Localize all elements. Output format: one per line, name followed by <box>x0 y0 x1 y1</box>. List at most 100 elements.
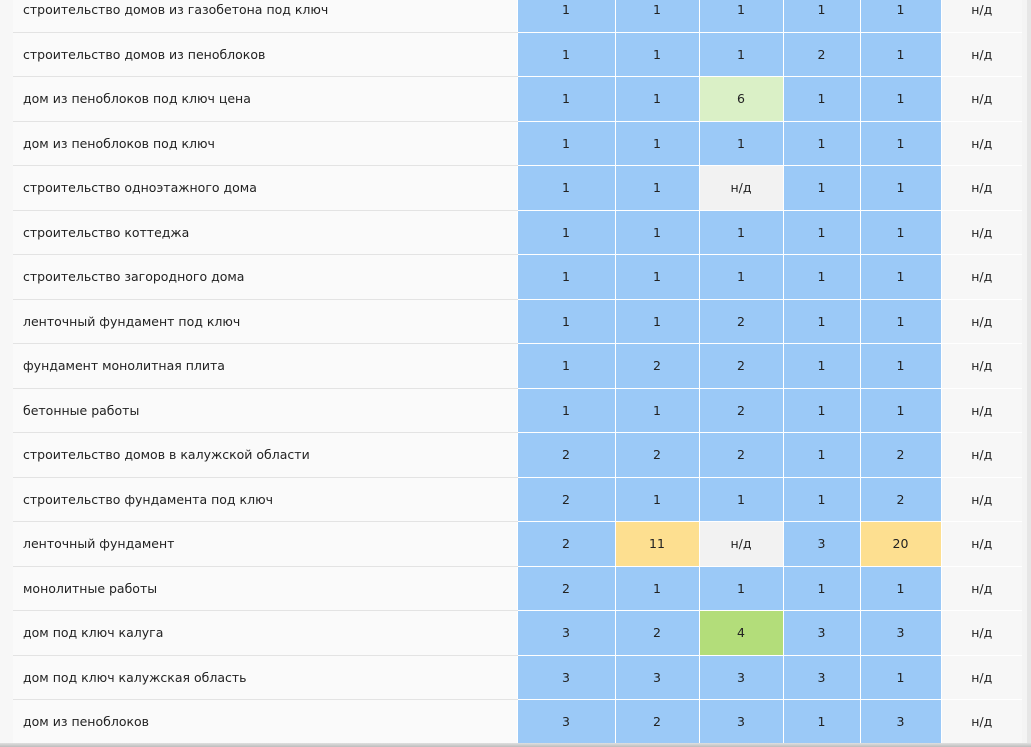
position-cell: н/д <box>940 521 1022 567</box>
position-cell: 3 <box>516 699 616 745</box>
position-cell: 1 <box>698 254 784 300</box>
position-cell: 1 <box>859 121 942 166</box>
position-cell: 1 <box>782 566 861 611</box>
position-cell: 3 <box>516 610 616 656</box>
position-cell: н/д <box>940 76 1022 122</box>
position-cell: 2 <box>698 432 784 478</box>
position-cell: 2 <box>516 521 616 567</box>
position-cell: 1 <box>859 566 942 611</box>
table-row[interactable]: строительство фундамента под ключ 2 1 1 1 2 н/… <box>13 477 1022 522</box>
table-row[interactable]: ленточный фундамент под ключ 1 1 2 1 1 н/д <box>13 299 1022 344</box>
position-cell: 3 <box>614 655 700 700</box>
position-cell: 2 <box>614 432 700 478</box>
keyword-cell: строительство коттеджа <box>13 210 517 255</box>
table-row[interactable]: строительство домов из пеноблоков 1 1 1 2 1 н/… <box>13 32 1022 77</box>
position-cell: 1 <box>782 76 861 122</box>
position-cell: 2 <box>698 299 784 344</box>
position-cell: 1 <box>614 388 700 433</box>
position-cell: 1 <box>698 32 784 77</box>
position-cell: 1 <box>859 76 942 122</box>
table-row[interactable]: дом под ключ калуга 3 2 4 3 3 н/д <box>13 610 1022 656</box>
position-cell: 1 <box>516 299 616 344</box>
position-cell: 2 <box>614 343 700 389</box>
position-cell: 2 <box>614 699 700 745</box>
position-cell: 3 <box>782 655 861 700</box>
bottom-edge <box>0 743 1031 747</box>
position-cell: н/д <box>940 299 1022 344</box>
position-cell: 1 <box>782 165 861 211</box>
table-row[interactable]: дом из пеноблоков 3 2 3 1 3 н/д <box>13 699 1022 745</box>
position-cell: 1 <box>782 254 861 300</box>
position-cell: 1 <box>698 566 784 611</box>
positions-table: строительство домов из газобетона под кл… <box>13 0 1022 745</box>
position-cell: 1 <box>859 32 942 77</box>
position-cell: 1 <box>614 76 700 122</box>
keyword-cell: монолитные работы <box>13 566 517 611</box>
position-cell: 2 <box>516 566 616 611</box>
table-row[interactable]: строительство загородного дома 1 1 1 1 1 н/д <box>13 254 1022 300</box>
position-cell: 1 <box>614 299 700 344</box>
position-cell: 1 <box>698 477 784 522</box>
position-cell: 1 <box>859 388 942 433</box>
position-cell: н/д <box>940 210 1022 255</box>
table-row[interactable]: строительство домов из газобетона под кл… <box>13 0 1022 33</box>
position-cell: 1 <box>614 254 700 300</box>
position-cell: н/д <box>940 0 1022 33</box>
position-cell: 1 <box>859 299 942 344</box>
keyword-cell: строительство фундамента под ключ <box>13 477 517 522</box>
position-cell: 1 <box>516 343 616 389</box>
table-row[interactable]: дом из пеноблоков под ключ 1 1 1 1 1 н/д <box>13 121 1022 166</box>
table-row[interactable]: фундамент монолитная плита 1 2 2 1 1 н/д <box>13 343 1022 389</box>
position-cell: 3 <box>782 610 861 656</box>
position-cell: 1 <box>516 121 616 166</box>
position-cell: 2 <box>698 388 784 433</box>
position-cell: н/д <box>940 655 1022 700</box>
position-cell: 1 <box>614 0 700 33</box>
table-row[interactable]: строительство одноэтажного дома 1 1 н/д 1 1 н/… <box>13 165 1022 211</box>
table-row[interactable]: строительство домов в калужской области 2… <box>13 432 1022 478</box>
left-gutter <box>0 0 13 747</box>
position-cell: 1 <box>516 210 616 255</box>
positions-table-body: строительство домов из газобетона под кл… <box>13 0 1022 745</box>
position-cell: 1 <box>782 0 861 33</box>
position-cell: 1 <box>782 121 861 166</box>
position-cell: н/д <box>940 388 1022 433</box>
table-row[interactable]: монолитные работы 2 1 1 1 1 н/д <box>13 566 1022 611</box>
position-cell: н/д <box>698 165 784 211</box>
position-cell: 1 <box>859 0 942 33</box>
table-row[interactable]: ленточный фундамент 2 11 н/д 3 20 н/д <box>13 521 1022 567</box>
position-cell: 2 <box>516 477 616 522</box>
position-cell: 1 <box>782 388 861 433</box>
position-cell: 2 <box>859 477 942 522</box>
position-cell: 6 <box>698 76 784 122</box>
position-cell: н/д <box>940 566 1022 611</box>
position-cell: 11 <box>614 521 700 567</box>
position-cell: 1 <box>516 0 616 33</box>
table-row[interactable]: бетонные работы 1 1 2 1 1 н/д <box>13 388 1022 433</box>
position-cell: 1 <box>516 32 616 77</box>
position-cell: 1 <box>782 299 861 344</box>
table-row[interactable]: строительство коттеджа 1 1 1 1 1 н/д <box>13 210 1022 255</box>
position-cell: 1 <box>698 121 784 166</box>
position-cell: 3 <box>782 521 861 567</box>
position-cell: 3 <box>859 699 942 745</box>
position-cell: 1 <box>516 165 616 211</box>
position-cell: н/д <box>940 165 1022 211</box>
keyword-cell: строительство загородного дома <box>13 254 517 300</box>
table-row[interactable]: дом под ключ калужская область 3 3 3 3 1 н/д <box>13 655 1022 700</box>
keyword-cell: строительство домов из газобетона под кл… <box>13 0 517 33</box>
scrollbar-track[interactable] <box>1027 0 1031 747</box>
position-cell: н/д <box>940 121 1022 166</box>
keyword-cell: дом из пеноблоков под ключ цена <box>13 76 517 122</box>
position-cell: н/д <box>940 32 1022 77</box>
table-row[interactable]: дом из пеноблоков под ключ цена 1 1 6 1 1 н/д <box>13 76 1022 122</box>
position-cell: 1 <box>859 165 942 211</box>
position-cell: н/д <box>940 477 1022 522</box>
position-cell: 1 <box>698 0 784 33</box>
position-cell: 1 <box>782 477 861 522</box>
position-cell: 1 <box>614 566 700 611</box>
position-cell: н/д <box>940 343 1022 389</box>
position-cell: 1 <box>516 388 616 433</box>
position-cell: 20 <box>859 521 942 567</box>
position-cell: 2 <box>516 432 616 478</box>
